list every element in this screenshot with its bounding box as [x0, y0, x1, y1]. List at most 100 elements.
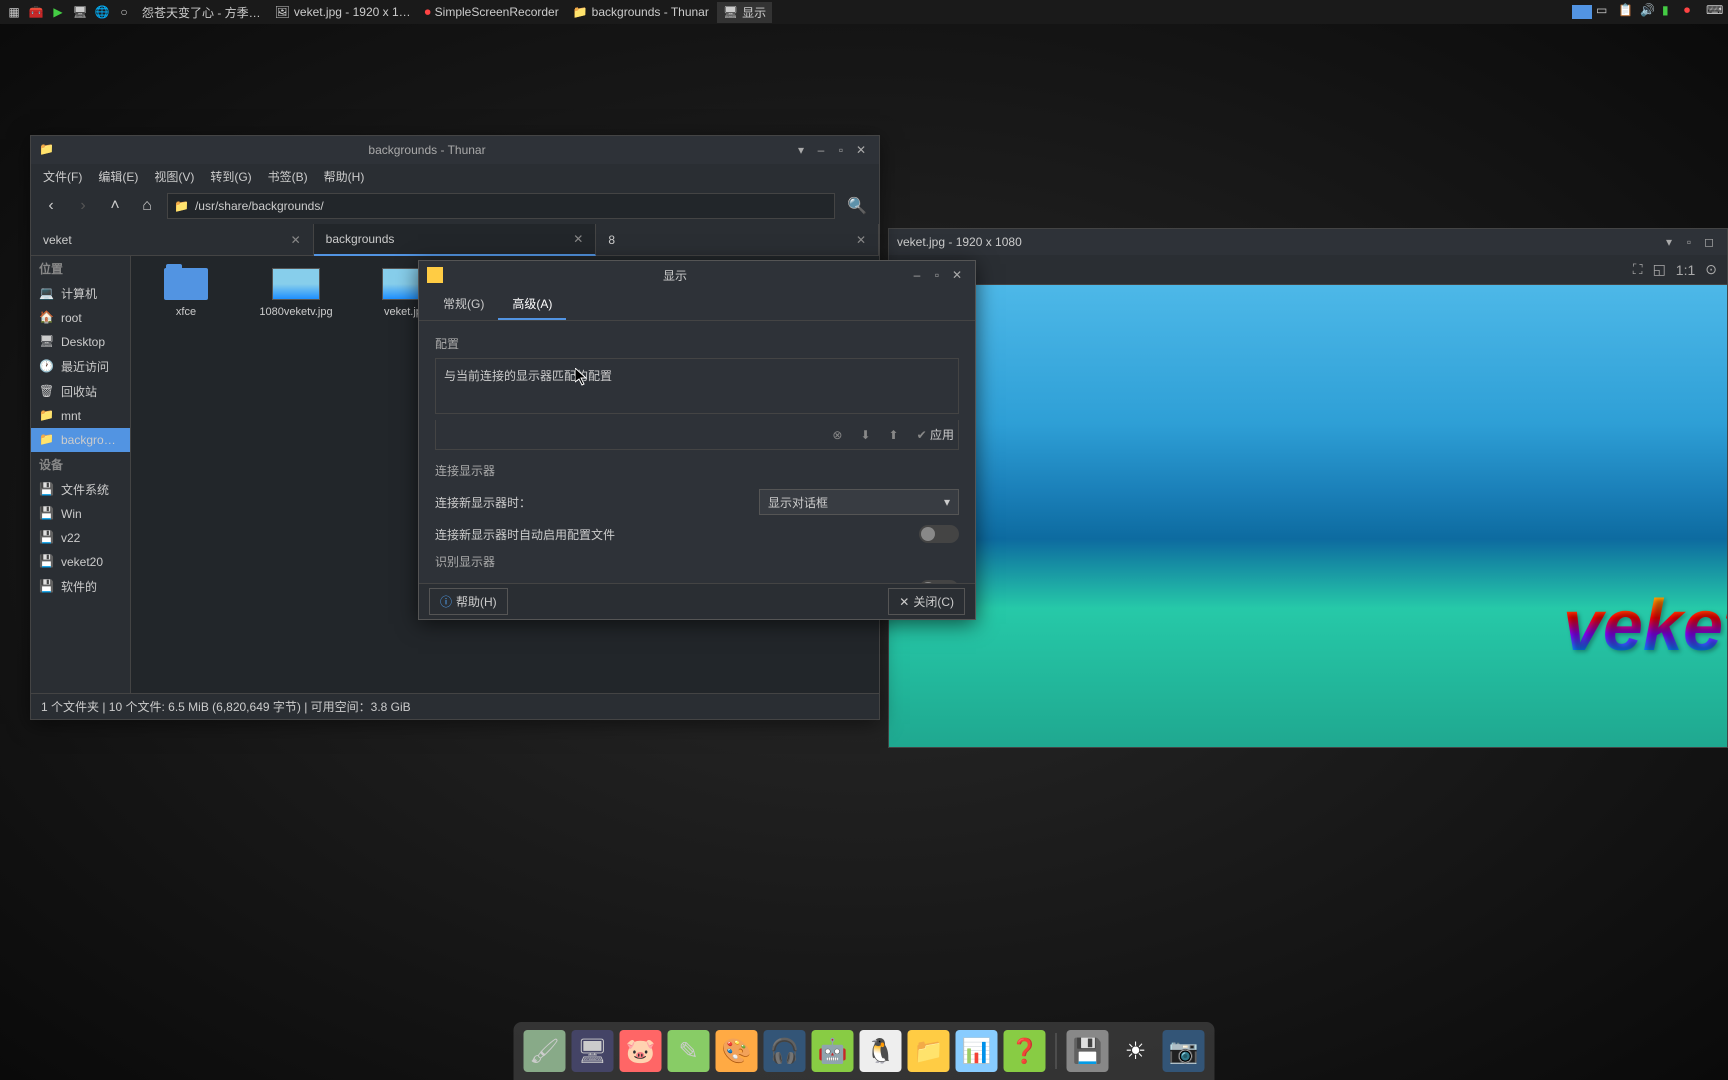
- dock-item[interactable]: 🤖: [812, 1030, 854, 1072]
- menu-help[interactable]: 帮助(H): [316, 166, 373, 187]
- taskbar-item[interactable]: ⏺SimpleScreenRecorder: [419, 3, 565, 22]
- dock-item[interactable]: 🖥: [572, 1030, 614, 1072]
- dialog-titlebar[interactable]: 显示 – ▫ ✕: [419, 261, 975, 289]
- close-button[interactable]: ✕: [851, 140, 871, 160]
- minimize-button[interactable]: ▾: [791, 140, 811, 160]
- minimize-button[interactable]: –: [907, 265, 927, 285]
- image-viewer-titlebar[interactable]: veket.jpg - 1920 x 1080 ▾ ▫ ◻: [889, 229, 1727, 255]
- delete-icon[interactable]: ⊗: [828, 428, 846, 442]
- dock-item[interactable]: ❓: [1004, 1030, 1046, 1072]
- dock-item[interactable]: ✎: [668, 1030, 710, 1072]
- maximize-button[interactable]: ▫: [831, 140, 851, 160]
- fullscreen-icon[interactable]: ⛶: [1633, 261, 1643, 278]
- tab[interactable]: backgrounds✕: [314, 224, 597, 256]
- tab-general[interactable]: 常规(G): [429, 289, 498, 320]
- save-icon[interactable]: ⬇: [856, 428, 874, 442]
- tab-bar: veket✕ backgrounds✕ 8✕: [31, 224, 879, 256]
- image-viewer-window: veket.jpg - 1920 x 1080 ▾ ▫ ◻ vnc ? ⛶ ◱ …: [888, 228, 1728, 748]
- tab[interactable]: veket✕: [31, 224, 314, 256]
- help-button[interactable]: ⓘ帮助(H): [429, 588, 508, 615]
- export-icon[interactable]: ⬆: [885, 428, 903, 442]
- tray-keyboard-icon[interactable]: ⌨: [1706, 3, 1724, 21]
- titlebar[interactable]: 📁 backgrounds - Thunar ▾ – ▫ ✕: [31, 136, 879, 164]
- file-item-image[interactable]: 1080veketv.jpg: [251, 266, 341, 318]
- tray-clipboard-icon[interactable]: 📋: [1618, 3, 1636, 21]
- sidebar-item-computer[interactable]: 💻计算机: [31, 281, 130, 306]
- dock-item[interactable]: 🎨: [716, 1030, 758, 1072]
- action-combobox[interactable]: 显示对话框 ▾: [759, 489, 959, 515]
- dock-item[interactable]: 🖌: [524, 1030, 566, 1072]
- dock-item[interactable]: 📁: [908, 1030, 950, 1072]
- tray-record-icon[interactable]: ⏺: [1684, 3, 1702, 21]
- sidebar-item-software[interactable]: 💾软件的: [31, 574, 130, 599]
- sidebar-item-v22[interactable]: 💾v22: [31, 526, 130, 550]
- taskbar-item[interactable]: 📁backgrounds - Thunar: [567, 3, 715, 21]
- close-button[interactable]: ✕关闭(C): [888, 588, 965, 615]
- forward-button[interactable]: ›: [71, 194, 95, 218]
- tray-volume-icon[interactable]: 🔊: [1640, 3, 1658, 21]
- dock-item[interactable]: 📷: [1163, 1030, 1205, 1072]
- tab-close-icon[interactable]: ✕: [573, 232, 583, 246]
- pathbar[interactable]: 📁 /usr/share/backgrounds/: [167, 193, 835, 219]
- sidebar: 位置 💻计算机 🏠root 🖥Desktop 🕐最近访问 🗑回收站 📁mnt 📁…: [31, 256, 131, 693]
- dock-item[interactable]: 💾: [1067, 1030, 1109, 1072]
- tab[interactable]: 8✕: [596, 224, 879, 256]
- maximize-button[interactable]: ◻: [1699, 232, 1719, 252]
- minimize-button[interactable]: ▾: [1659, 232, 1679, 252]
- panel-icon[interactable]: ○: [114, 2, 134, 22]
- dock-item[interactable]: 🎧: [764, 1030, 806, 1072]
- start-menu-icon[interactable]: ▦: [4, 2, 24, 22]
- close-button[interactable]: ✕: [947, 265, 967, 285]
- maximize-button[interactable]: ▫: [1679, 232, 1699, 252]
- panel-icon[interactable]: 🌐: [92, 2, 112, 22]
- sidebar-item-mnt[interactable]: 📁mnt: [31, 404, 130, 428]
- dock-brightness[interactable]: ☀: [1115, 1030, 1157, 1072]
- panel-icon[interactable]: 🧰: [26, 2, 46, 22]
- config-listbox[interactable]: 与当前连接的显示器匹配的配置: [435, 358, 959, 414]
- sidebar-label: backgro…: [61, 433, 116, 447]
- taskbar-item[interactable]: 🖼veket.jpg - 1920 x 1…: [269, 3, 417, 21]
- sidebar-item-backgrounds[interactable]: 📁backgro…: [31, 428, 130, 452]
- sidebar-item-filesystem[interactable]: 💾文件系统: [31, 477, 130, 502]
- chevron-down-icon: ▾: [944, 495, 950, 509]
- apply-button[interactable]: ✔ 应用: [913, 426, 958, 443]
- sidebar-item-root[interactable]: 🏠root: [31, 306, 130, 330]
- dock-item[interactable]: 🐷: [620, 1030, 662, 1072]
- panel-icon[interactable]: ▶: [48, 2, 68, 22]
- fit-icon[interactable]: ◱: [1653, 261, 1666, 278]
- tray-icon[interactable]: ▭: [1596, 3, 1614, 21]
- sidebar-item-veket20[interactable]: 💾veket20: [31, 550, 130, 574]
- taskbar-item[interactable]: 🖥显示: [717, 2, 772, 23]
- config-toolbar: ⊗ ⬇ ⬆ ✔ 应用: [435, 420, 959, 450]
- minimize-button[interactable]: –: [811, 140, 831, 160]
- menu-bookmarks[interactable]: 书签(B): [260, 166, 316, 187]
- location-icon[interactable]: ⊙: [1705, 261, 1717, 278]
- menu-file[interactable]: 文件(F): [35, 166, 90, 187]
- panel-icon[interactable]: 🖥: [70, 2, 90, 22]
- tray-battery-icon[interactable]: ▮: [1662, 3, 1680, 21]
- dock-item[interactable]: 📊: [956, 1030, 998, 1072]
- task-label: veket.jpg - 1920 x 1…: [294, 5, 411, 19]
- menu-view[interactable]: 视图(V): [146, 166, 202, 187]
- up-button[interactable]: ˄: [103, 194, 127, 218]
- tab-close-icon[interactable]: ✕: [291, 233, 301, 247]
- tray-icon[interactable]: [1572, 5, 1592, 19]
- tab-advanced[interactable]: 高级(A): [498, 289, 566, 320]
- maximize-button[interactable]: ▫: [927, 265, 947, 285]
- sidebar-item-recent[interactable]: 🕐最近访问: [31, 354, 130, 379]
- one-to-one-icon[interactable]: 1:1: [1676, 262, 1695, 278]
- sidebar-item-win[interactable]: 💾Win: [31, 502, 130, 526]
- sidebar-label: veket20: [61, 555, 103, 569]
- taskbar-item[interactable]: 怨苍天变了心 - 方季…: [136, 2, 267, 23]
- back-button[interactable]: ‹: [39, 194, 63, 218]
- sidebar-item-trash[interactable]: 🗑回收站: [31, 379, 130, 404]
- search-button[interactable]: 🔍: [843, 192, 871, 220]
- menu-go[interactable]: 转到(G): [202, 166, 259, 187]
- file-item-folder[interactable]: xfce: [141, 266, 231, 318]
- sidebar-item-desktop[interactable]: 🖥Desktop: [31, 330, 130, 354]
- tab-close-icon[interactable]: ✕: [856, 233, 866, 247]
- dock-item[interactable]: 🐧: [860, 1030, 902, 1072]
- home-button[interactable]: ⌂: [135, 194, 159, 218]
- auto-enable-toggle[interactable]: [919, 525, 959, 543]
- menu-edit[interactable]: 编辑(E): [90, 166, 146, 187]
